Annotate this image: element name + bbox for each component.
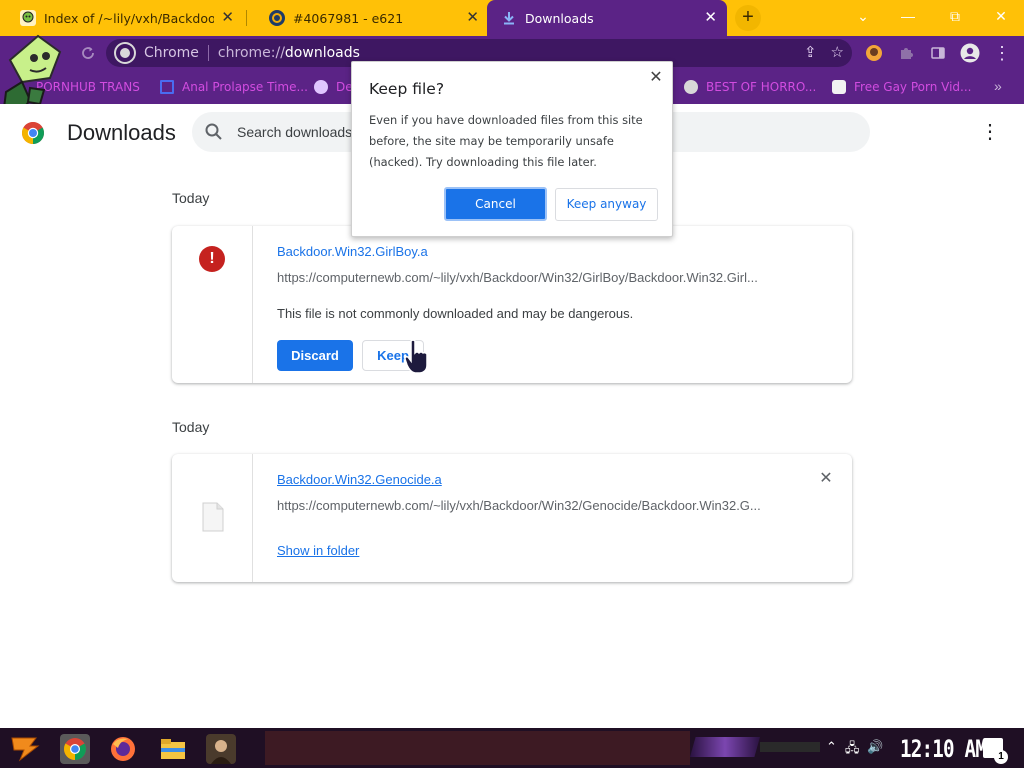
network-icon[interactable]: 🖧 (845, 739, 860, 761)
tab-close-icon[interactable]: ✕ (466, 9, 479, 27)
page-title: Downloads (67, 120, 176, 145)
reload-icon[interactable] (76, 41, 100, 65)
danger-warning-icon: ! (199, 246, 225, 272)
dialog-title: Keep file? (369, 80, 445, 98)
bookmark-label: Free Gay Porn Vid... (854, 80, 972, 94)
restore-icon[interactable]: ⧉ (940, 6, 970, 26)
tab-search-dropdown-icon[interactable]: ⌄ (848, 6, 878, 26)
site-label: Chrome (144, 45, 199, 61)
volume-icon[interactable]: 🔊 (867, 739, 883, 761)
sticker-icon (832, 80, 846, 94)
dialog-message: Even if you have downloaded files from t… (369, 113, 643, 169)
hand-cursor-icon (404, 339, 428, 374)
dialog-cancel-button[interactable]: Cancel (444, 187, 547, 221)
danger-warning-text: This file is not commonly downloaded and… (277, 306, 634, 321)
share-icon[interactable]: ⇪ (804, 43, 817, 61)
url-text: chrome://downloads (218, 45, 360, 61)
search-icon (205, 123, 222, 140)
bookmark-label: BEST OF HORRO... (706, 80, 817, 94)
new-tab-button[interactable]: + (735, 5, 761, 31)
url-prefix: chrome:// (217, 45, 285, 61)
tab-close-icon[interactable]: ✕ (704, 9, 717, 27)
tab-downloads[interactable]: Downloads ✕ (487, 0, 727, 36)
taskbar-decoration (690, 737, 760, 757)
bookmark-favicon (314, 80, 328, 94)
bookmark-star-icon[interactable]: ☆ (831, 43, 844, 61)
tab-title: Index of /~lily/vxh/Backdoor/ (44, 10, 214, 26)
url-path: downloads (284, 45, 360, 61)
tab-e621[interactable]: #4067981 - e621 ✕ (249, 0, 489, 36)
side-panel-icon[interactable] (926, 41, 950, 65)
e621-icon (269, 10, 285, 26)
tray-chevron-icon[interactable]: ⌃ (826, 739, 837, 761)
chrome-menu-icon[interactable]: ⋮ (990, 41, 1014, 65)
taskbar: ⌃ 🖧 🔊 12:10 AM 1 (0, 728, 1024, 768)
extensions-puzzle-icon[interactable] (894, 41, 918, 65)
plus-icon: + (742, 6, 754, 28)
bookmark-de[interactable]: De (314, 78, 353, 96)
file-icon (202, 502, 224, 532)
tab-separator (246, 10, 247, 26)
download-url: https://computernewb.com/~lily/vxh/Backd… (277, 498, 761, 513)
download-filename[interactable]: Backdoor.Win32.Genocide.a (277, 472, 442, 487)
chrome-icon[interactable] (60, 734, 90, 764)
keep-file-dialog: Keep file? ✕ Even if you have downloaded… (351, 61, 673, 237)
discard-button[interactable]: Discard (277, 340, 353, 371)
tab-title: Downloads (525, 10, 594, 26)
firefox-icon[interactable] (108, 734, 138, 764)
bookmark-anal-prolapse[interactable]: Anal Prolapse Time... (160, 78, 308, 96)
tab-strip: Index of /~lily/vxh/Backdoor/ ✕ #4067981… (0, 0, 1024, 36)
download-item-girlboy: ! Backdoor.Win32.GirlBoy.a https://compu… (172, 226, 852, 383)
download-item-genocide: Backdoor.Win32.Genocide.a https://comput… (172, 454, 852, 582)
globe-icon (684, 80, 698, 94)
taskbar-empty-area (265, 731, 690, 765)
remove-download-close-icon[interactable]: ✕ (817, 470, 835, 488)
tab-title: #4067981 - e621 (293, 10, 404, 26)
download-icon-column (172, 454, 253, 582)
tab-close-icon[interactable]: ✕ (221, 9, 234, 27)
minimize-icon[interactable]: — (893, 6, 923, 26)
date-heading: Today (172, 190, 210, 206)
profile-icon[interactable] (958, 41, 982, 65)
system-tray: ⌃ 🖧 🔊 (826, 739, 884, 761)
portrait-app-icon[interactable] (206, 734, 236, 764)
sticker-icon (20, 10, 36, 26)
start-menu-icon[interactable] (10, 734, 40, 762)
bookmark-free-gay-porn[interactable]: Free Gay Porn Vid... (832, 78, 971, 96)
notification-count-badge: 1 (994, 750, 1008, 764)
more-actions-icon[interactable]: ⋮ (980, 120, 1000, 144)
chrome-site-icon (116, 44, 134, 62)
date-heading: Today (172, 419, 210, 435)
taskbar-clock[interactable]: 12:10 AM (900, 735, 987, 763)
bookmarks-overflow-icon[interactable]: » (994, 78, 1002, 94)
keep-anyway-button[interactable]: Keep anyway (555, 188, 658, 221)
download-filename[interactable]: Backdoor.Win32.GirlBoy.a (277, 244, 428, 259)
window-close-icon[interactable]: ✕ (986, 6, 1016, 26)
file-explorer-icon[interactable] (158, 734, 188, 764)
taskbar-decoration (760, 742, 820, 752)
profile-avatar-extension-icon[interactable] (862, 41, 886, 65)
download-arrow-icon (501, 10, 517, 26)
download-url: https://computernewb.com/~lily/vxh/Backd… (277, 270, 758, 285)
omnibox-divider (207, 45, 209, 61)
bookmark-label: Anal Prolapse Time... (182, 80, 308, 94)
show-in-folder-link[interactable]: Show in folder (277, 543, 359, 558)
chrome-logo-icon (22, 122, 44, 144)
bookmark-best-of-horror[interactable]: BEST OF HORRO... (684, 78, 816, 96)
download-icon-column: ! (172, 226, 253, 383)
dialog-close-icon[interactable]: ✕ (647, 69, 665, 87)
bracket-icon (160, 80, 174, 94)
